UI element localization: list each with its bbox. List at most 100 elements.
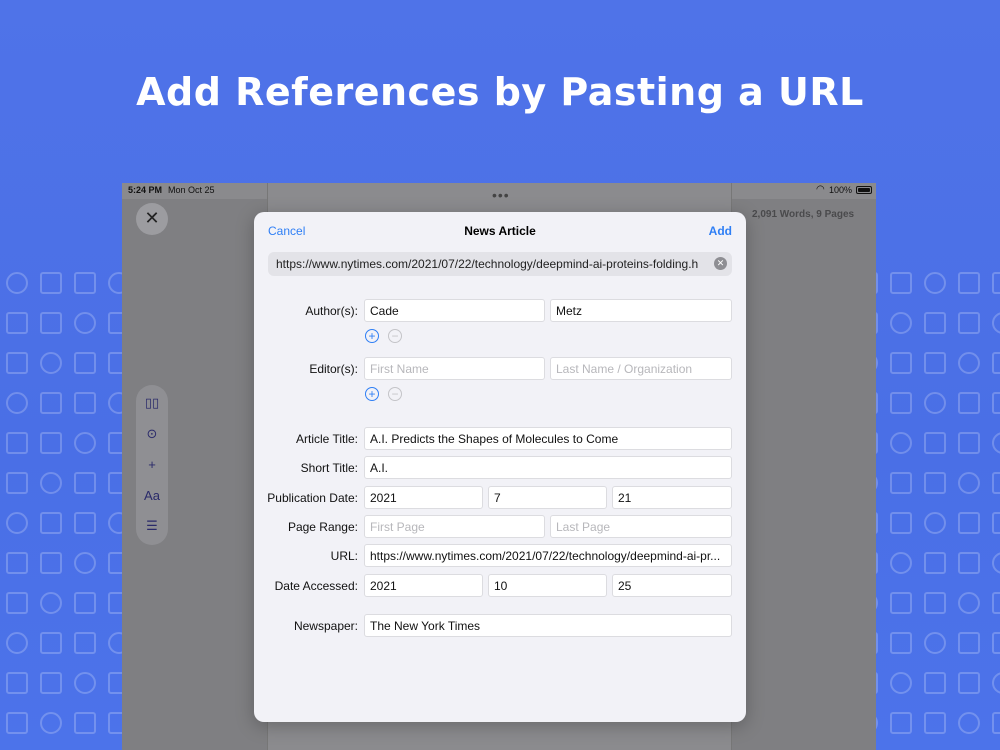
pattern-icon bbox=[40, 552, 62, 574]
author-first-field[interactable]: Cade bbox=[364, 299, 545, 322]
publication-month-field[interactable]: 7 bbox=[488, 486, 607, 509]
remove-author-button[interactable]: − bbox=[388, 329, 402, 343]
pattern-icon bbox=[958, 552, 980, 574]
pattern-icon bbox=[924, 712, 946, 734]
pattern-icon bbox=[958, 272, 980, 294]
pattern-icon bbox=[992, 432, 1000, 454]
pattern-icon bbox=[992, 672, 1000, 694]
pattern-icon bbox=[6, 472, 28, 494]
pattern-icon bbox=[992, 632, 1000, 654]
word-count: 2,091 Words, 9 Pages bbox=[752, 209, 855, 220]
pattern-icon bbox=[890, 272, 912, 294]
article-title-field[interactable]: A.I. Predicts the Shapes of Molecules to… bbox=[364, 427, 732, 450]
pattern-icon bbox=[958, 312, 980, 334]
pattern-icon bbox=[992, 272, 1000, 294]
pattern-icon bbox=[958, 392, 980, 414]
pattern-icon bbox=[890, 392, 912, 414]
first-page-field[interactable]: First Page bbox=[364, 515, 545, 538]
remove-editor-button[interactable]: − bbox=[388, 387, 402, 401]
pattern-icon bbox=[40, 392, 62, 414]
pattern-icon bbox=[40, 512, 62, 534]
pattern-icon bbox=[6, 392, 28, 414]
pattern-icon bbox=[890, 672, 912, 694]
close-button[interactable]: ✕ bbox=[136, 203, 168, 235]
article-title-label: Article Title: bbox=[295, 432, 358, 446]
url-field[interactable]: https://www.nytimes.com/2021/07/22/techn… bbox=[364, 544, 732, 567]
pattern-icon bbox=[6, 312, 28, 334]
last-page-field[interactable]: Last Page bbox=[550, 515, 732, 538]
pattern-icon bbox=[890, 352, 912, 374]
pattern-icon bbox=[40, 432, 62, 454]
publication-year-field[interactable]: 2021 bbox=[364, 486, 483, 509]
accessed-day-field[interactable]: 25 bbox=[612, 574, 732, 597]
pattern-icon bbox=[40, 312, 62, 334]
pattern-icon bbox=[924, 672, 946, 694]
dialog-title: News Article bbox=[464, 224, 536, 238]
newspaper-label: Newspaper: bbox=[293, 619, 358, 633]
pattern-icon bbox=[6, 552, 28, 574]
url-label: URL: bbox=[330, 549, 358, 563]
clear-icon[interactable]: ✕ bbox=[714, 257, 727, 270]
publication-day-field[interactable]: 21 bbox=[612, 486, 732, 509]
side-toolbar: ▯▯ ⊙ + Aa ☰ bbox=[136, 385, 168, 545]
pattern-icon bbox=[958, 672, 980, 694]
pattern-icon bbox=[924, 312, 946, 334]
pattern-icon bbox=[890, 472, 912, 494]
pattern-icon bbox=[6, 352, 28, 374]
book-icon[interactable]: ▯▯ bbox=[136, 395, 168, 411]
pattern-icon bbox=[890, 432, 912, 454]
plus-icon[interactable]: + bbox=[136, 457, 168, 472]
date-accessed-label: Date Accessed: bbox=[274, 579, 358, 593]
add-author-button[interactable]: + bbox=[365, 329, 379, 343]
pattern-icon bbox=[992, 512, 1000, 534]
pattern-icon bbox=[6, 712, 28, 734]
author-last-field[interactable]: Metz bbox=[550, 299, 732, 322]
pattern-icon bbox=[40, 472, 62, 494]
accessed-year-field[interactable]: 2021 bbox=[364, 574, 483, 597]
url-paste-value: https://www.nytimes.com/2021/07/22/techn… bbox=[276, 257, 699, 271]
pattern-icon bbox=[74, 392, 96, 414]
more-icon[interactable]: ⊙ bbox=[136, 426, 168, 442]
url-paste-field[interactable]: https://www.nytimes.com/2021/07/22/techn… bbox=[268, 252, 732, 276]
pattern-icon bbox=[74, 592, 96, 614]
pattern-icon bbox=[958, 472, 980, 494]
short-title-field[interactable]: A.I. bbox=[364, 456, 732, 479]
editor-last-field[interactable]: Last Name / Organization bbox=[550, 357, 732, 380]
pattern-icon bbox=[74, 432, 96, 454]
pattern-icon bbox=[74, 552, 96, 574]
pattern-icon bbox=[6, 672, 28, 694]
pattern-icon bbox=[890, 712, 912, 734]
pattern-icon bbox=[40, 632, 62, 654]
editor-first-field[interactable]: First Name bbox=[364, 357, 545, 380]
pattern-icon bbox=[890, 512, 912, 534]
pattern-icon bbox=[74, 672, 96, 694]
pattern-icon bbox=[74, 512, 96, 534]
add-button[interactable]: Add bbox=[709, 224, 732, 238]
newspaper-field[interactable]: The New York Times bbox=[364, 614, 732, 637]
pattern-icon bbox=[890, 632, 912, 654]
pattern-icon bbox=[992, 552, 1000, 574]
pattern-icon bbox=[958, 352, 980, 374]
pattern-icon bbox=[6, 512, 28, 534]
pattern-icon bbox=[74, 352, 96, 374]
pattern-icon bbox=[924, 352, 946, 374]
pattern-icon bbox=[890, 592, 912, 614]
battery-icon bbox=[856, 186, 872, 194]
pattern-icon bbox=[924, 432, 946, 454]
format-icon[interactable]: ☰ bbox=[136, 518, 168, 534]
font-icon[interactable]: Aa bbox=[136, 488, 168, 503]
pattern-icon bbox=[40, 352, 62, 374]
pattern-icon bbox=[890, 312, 912, 334]
editors-label: Editor(s): bbox=[309, 362, 358, 376]
page-range-label: Page Range: bbox=[287, 520, 358, 534]
accessed-month-field[interactable]: 10 bbox=[488, 574, 607, 597]
add-editor-button[interactable]: + bbox=[365, 387, 379, 401]
pattern-icon bbox=[992, 472, 1000, 494]
battery-percent: 100% bbox=[829, 185, 853, 195]
pattern-icon bbox=[924, 472, 946, 494]
pattern-icon bbox=[40, 592, 62, 614]
pattern-icon bbox=[6, 592, 28, 614]
authors-label: Author(s): bbox=[305, 304, 358, 318]
more-handle-icon[interactable]: ••• bbox=[492, 187, 510, 203]
status-time: 5:24 PM bbox=[128, 185, 163, 195]
